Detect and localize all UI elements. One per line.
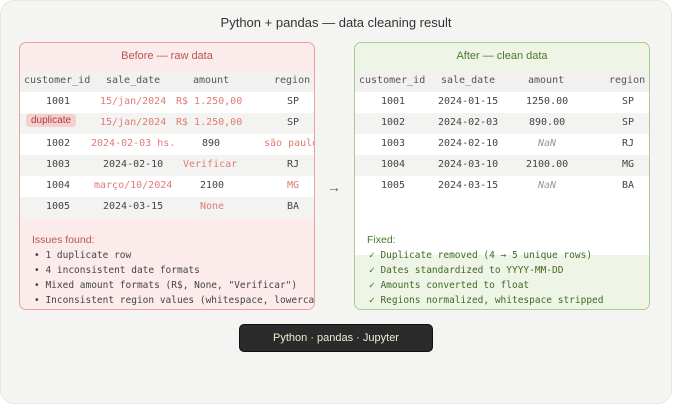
before-cell-sale-date: 2024-02-03 hs. (91, 138, 176, 149)
before-cell-region: RJ (287, 159, 300, 170)
after-cell-customer-id: 1002 (381, 117, 406, 128)
after-table-row: 1003 2024-02-10 NaN RJ (355, 134, 649, 155)
fixed-item: ✓ Amounts converted to float (369, 280, 530, 291)
after-cell-amount: 890.00 (529, 117, 566, 128)
before-panel-title: Before — raw data (121, 50, 213, 62)
before-cell-customer-id: 1002 (46, 138, 71, 149)
after-cell-sale-date: 2024-03-15 (438, 180, 499, 191)
issue-item: • Inconsistent region values (whitespace… (34, 295, 315, 306)
before-cell-sale-date: 15/jan/2024 (100, 117, 167, 128)
before-cell-region: SP (287, 96, 300, 107)
before-table-header: customer_id sale_date amount region (20, 71, 314, 92)
after-cell-region: SP (622, 96, 635, 107)
after-panel-title: After — clean data (456, 50, 548, 62)
before-cell-amount: 2100 (200, 180, 225, 191)
before-cell-sale-date: 15/jan/2024 (100, 96, 167, 107)
before-table-row: 1003 2024-02-10 Verificar RJ (20, 155, 314, 176)
after-cell-region: SP (622, 117, 635, 128)
before-header-region: region (274, 75, 311, 86)
after-cell-customer-id: 1005 (381, 180, 406, 191)
after-cell-sale-date: 2024-02-03 (438, 117, 499, 128)
tech-stack-badge: Python · pandas · Jupyter (240, 325, 432, 351)
after-cell-customer-id: 1004 (381, 159, 406, 170)
after-cell-region: MG (622, 159, 635, 170)
fixed-item: ✓ Regions normalized, whitespace strippe… (369, 295, 604, 306)
after-panel: After — clean data customer_id sale_date… (354, 42, 650, 310)
issue-item: • 4 inconsistent date formats (34, 265, 200, 276)
after-cell-amount: NaN (538, 180, 557, 191)
before-cell-amount: None (200, 201, 225, 212)
before-cell-customer-id: 1004 (46, 180, 71, 191)
after-cell-amount: 1250.00 (526, 96, 569, 107)
diagram-title: Python + pandas — data cleaning result (220, 15, 452, 30)
before-table-row: duplicate 15/jan/2024 R$ 1.250,00 SP (20, 113, 314, 134)
after-cell-customer-id: 1003 (381, 138, 406, 149)
duplicate-tag: duplicate (26, 114, 77, 127)
before-cell-customer-id: 1003 (46, 159, 71, 170)
after-cell-sale-date: 2024-02-10 (438, 138, 499, 149)
after-cell-customer-id: 1001 (381, 96, 406, 107)
after-cell-region: BA (622, 180, 635, 191)
after-table-row: 1005 2024-03-15 NaN BA (355, 176, 649, 197)
fixed-title: Fixed: (367, 234, 396, 246)
fixed-item: ✓ Duplicate removed (4 → 5 unique rows) (369, 250, 593, 261)
after-header-customer-id: customer_id (359, 75, 426, 86)
after-cell-sale-date: 2024-01-15 (438, 96, 499, 107)
issues-title: Issues found: (32, 234, 95, 246)
before-cell-amount: 890 (202, 138, 221, 149)
before-table-row: 1002 2024-02-03 hs. 890 são paulo (20, 134, 315, 155)
before-cell-amount: R$ 1.250,00 (176, 117, 243, 128)
before-table-row: 1004 março/10/2024 2100 MG (20, 176, 314, 197)
before-table: customer_id sale_date amount region 1001… (20, 71, 315, 227)
before-header-amount: amount (193, 75, 230, 86)
after-cell-region: RJ (622, 138, 635, 149)
after-table-row: 1002 2024-02-03 890.00 SP (355, 113, 649, 134)
before-cell-region: MG (287, 180, 300, 191)
after-table-row: 1001 2024-01-15 1250.00 SP (355, 92, 649, 113)
after-header-region: region (609, 75, 646, 86)
after-cell-amount: 2100.00 (526, 159, 569, 170)
diagram-frame: Python + pandas — data cleaning result B… (0, 0, 672, 404)
after-header-sale-date: sale_date (441, 75, 496, 86)
before-cell-amount: R$ 1.250,00 (176, 96, 243, 107)
before-cell-customer-id: 1005 (46, 201, 71, 212)
before-cell-sale-date: março/10/2024 (94, 180, 173, 191)
after-header-amount: amount (528, 75, 565, 86)
after-table-row: 1004 2024-03-10 2100.00 MG (355, 155, 649, 176)
before-table-row: 1005 2024-03-15 None BA (20, 197, 314, 218)
before-table-row: 1001 15/jan/2024 R$ 1.250,00 SP (20, 92, 314, 113)
issue-item: • Mixed amount formats (R$, None, "Verif… (34, 280, 298, 291)
before-cell-region: são paulo (264, 138, 315, 149)
before-cell-region: BA (287, 201, 300, 212)
before-cell-amount: Verificar (183, 159, 238, 170)
before-panel: Before — raw data customer_id sale_date … (19, 42, 315, 310)
after-table-header: customer_id sale_date amount region (355, 71, 649, 92)
before-cell-region: SP (287, 117, 300, 128)
right-arrow-icon: → (327, 179, 341, 195)
before-cell-sale-date: 2024-02-10 (103, 159, 164, 170)
before-header-sale-date: sale_date (106, 75, 161, 86)
before-cell-customer-id: 1001 (46, 96, 71, 107)
fixed-item: ✓ Dates standardized to YYYY-MM-DD (369, 265, 564, 276)
before-issues-box: Issues found: • 1 duplicate row • 4 inco… (20, 227, 315, 309)
issue-item: • 1 duplicate row (34, 250, 132, 261)
before-header-customer-id: customer_id (24, 75, 91, 86)
after-table: customer_id sale_date amount region 1001… (355, 71, 649, 255)
after-fixed-box: Fixed: ✓ Duplicate removed (4 → 5 unique… (355, 227, 649, 309)
after-cell-amount: NaN (538, 138, 557, 149)
after-cell-sale-date: 2024-03-10 (438, 159, 499, 170)
after-table-empty (355, 197, 649, 227)
before-cell-sale-date: 2024-03-15 (103, 201, 164, 212)
